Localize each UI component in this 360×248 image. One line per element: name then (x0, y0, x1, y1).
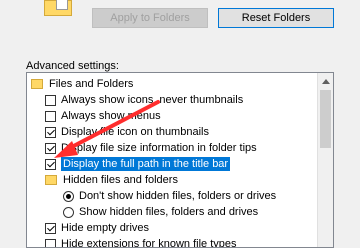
tree-root-files-and-folders[interactable]: Files and Folders (31, 76, 133, 92)
scroll-thumb[interactable] (320, 90, 331, 148)
tree-group-hidden-files[interactable]: Hidden files and folders (45, 172, 178, 188)
setting-label: Hide empty drives (61, 222, 149, 234)
setting-display-file-icon[interactable]: Display file icon on thumbnails (45, 124, 209, 140)
checkbox[interactable] (45, 111, 56, 122)
option-dont-show-hidden[interactable]: Don't show hidden files, folders or driv… (63, 188, 276, 204)
checkbox[interactable] (45, 143, 56, 154)
reset-folders-button[interactable]: Reset Folders (218, 8, 334, 28)
vertical-scrollbar[interactable] (317, 73, 333, 247)
advanced-settings-label: Advanced settings: (26, 60, 119, 72)
setting-always-show-icons[interactable]: Always show icons, never thumbnails (45, 92, 243, 108)
radio-button[interactable] (63, 191, 74, 202)
setting-label: Always show icons, never thumbnails (61, 94, 243, 106)
setting-hide-empty-drives[interactable]: Hide empty drives (45, 220, 149, 236)
setting-label: Display file size information in folder … (61, 142, 257, 154)
checkbox[interactable] (45, 127, 56, 138)
setting-always-show-menus[interactable]: Always show menus (45, 108, 161, 124)
option-label: Show hidden files, folders and drives (79, 206, 258, 218)
checkbox[interactable] (45, 223, 56, 234)
group-label: Hidden files and folders (63, 174, 178, 186)
advanced-settings-list[interactable]: Files and Folders Always show icons, nev… (26, 72, 334, 248)
folder-icon (31, 79, 43, 89)
scroll-up-icon[interactable] (318, 73, 334, 89)
setting-label: Always show menus (61, 110, 161, 122)
setting-display-full-path[interactable]: Display the full path in the title bar (45, 156, 230, 172)
folder-icon (45, 175, 57, 185)
option-show-hidden[interactable]: Show hidden files, folders and drives (63, 204, 258, 220)
setting-label-highlighted: Display the full path in the title bar (61, 157, 230, 171)
setting-display-file-size[interactable]: Display file size information in folder … (45, 140, 257, 156)
tree-root-label: Files and Folders (49, 78, 133, 90)
document-icon (56, 0, 68, 10)
setting-label: Display file icon on thumbnails (61, 126, 209, 138)
setting-hide-extensions[interactable]: Hide extensions for known file types (45, 236, 236, 248)
checkbox[interactable] (45, 159, 56, 170)
checkbox[interactable] (45, 95, 56, 106)
apply-to-folders-button[interactable]: Apply to Folders (92, 8, 208, 28)
folder-icon (44, 0, 72, 16)
option-label: Don't show hidden files, folders or driv… (79, 190, 276, 202)
radio-button[interactable] (63, 207, 74, 218)
top-area: Apply to Folders Reset Folders (0, 0, 360, 48)
